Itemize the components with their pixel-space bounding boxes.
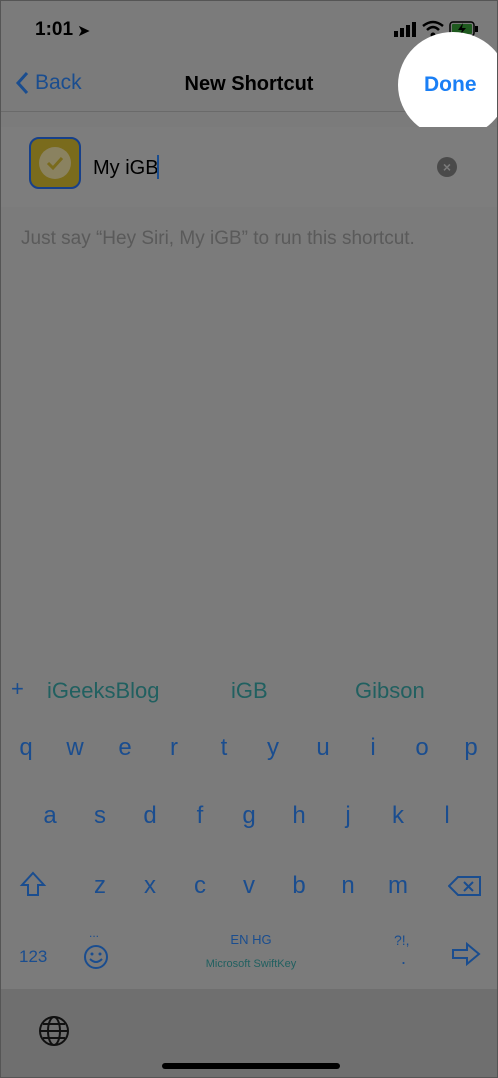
done-button[interactable]: Done <box>424 73 477 97</box>
punctuation-key[interactable]: ?!, <box>394 932 410 948</box>
clear-text-button[interactable]: × <box>437 157 457 177</box>
globe-icon[interactable] <box>38 1015 70 1047</box>
key-a[interactable]: a <box>35 802 65 830</box>
cellular-signal-icon <box>394 22 416 37</box>
plus-icon[interactable]: + <box>11 676 24 702</box>
key-l[interactable]: l <box>432 802 462 830</box>
keyboard-bottom-bar <box>1 989 497 1077</box>
emoji-key-icon[interactable] <box>83 944 109 970</box>
shift-key-icon[interactable] <box>19 870 47 898</box>
punctuation-dot: . <box>401 948 407 968</box>
key-s[interactable]: s <box>85 802 115 830</box>
key-k[interactable]: k <box>383 802 413 830</box>
key-b[interactable]: b <box>284 872 314 900</box>
key-d[interactable]: d <box>135 802 165 830</box>
key-n[interactable]: n <box>333 872 363 900</box>
key-g[interactable]: g <box>234 802 264 830</box>
screen: 1:01 ➤ Back New Shortcut Done My iGB × J… <box>0 0 498 1078</box>
key-f[interactable]: f <box>185 802 215 830</box>
backspace-key-icon[interactable] <box>448 875 482 897</box>
key-w[interactable]: w <box>60 734 90 762</box>
key-o[interactable]: o <box>407 734 437 762</box>
key-z[interactable]: z <box>85 872 115 900</box>
status-time: 1:01 <box>35 19 74 40</box>
key-v[interactable]: v <box>234 872 264 900</box>
key-i[interactable]: i <box>358 734 388 762</box>
space-bar[interactable]: EN HG Microsoft SwiftKey <box>151 926 351 976</box>
key-t[interactable]: t <box>209 734 239 762</box>
language-label: EN HG <box>230 932 272 947</box>
key-x[interactable]: x <box>135 872 165 900</box>
key-c[interactable]: c <box>185 872 215 900</box>
key-j[interactable]: j <box>333 802 363 830</box>
shortcut-icon-button[interactable] <box>29 137 81 189</box>
numbers-key[interactable]: 123 <box>19 947 47 967</box>
checkmark-icon <box>39 147 71 179</box>
key-u[interactable]: u <box>308 734 338 762</box>
siri-hint-text: Just say “Hey Siri, My iGB” to run this … <box>21 228 415 249</box>
key-e[interactable]: e <box>110 734 140 762</box>
home-indicator[interactable] <box>162 1063 340 1069</box>
suggestion-3[interactable]: Gibson <box>355 678 425 704</box>
key-r[interactable]: r <box>159 734 189 762</box>
return-key-icon[interactable] <box>451 942 481 966</box>
location-arrow-icon: ➤ <box>77 23 91 40</box>
shortcut-name-row: × <box>1 127 497 207</box>
keyboard: + iGeeksBlog iGB Gibson q w e r t y u i … <box>1 664 497 989</box>
key-m[interactable]: m <box>383 872 413 900</box>
swiftkey-brand: Microsoft SwiftKey <box>205 958 297 970</box>
key-p[interactable]: p <box>456 734 486 762</box>
text-cursor <box>157 155 159 179</box>
suggestion-2[interactable]: iGB <box>231 678 268 704</box>
key-h[interactable]: h <box>284 802 314 830</box>
key-y[interactable]: y <box>258 734 288 762</box>
suggestion-bar: + iGeeksBlog iGB Gibson <box>1 664 497 714</box>
suggestion-1[interactable]: iGeeksBlog <box>47 678 160 704</box>
shortcut-name-input[interactable] <box>93 157 393 180</box>
key-q[interactable]: q <box>11 734 41 762</box>
emoji-dots: ... <box>89 926 100 940</box>
